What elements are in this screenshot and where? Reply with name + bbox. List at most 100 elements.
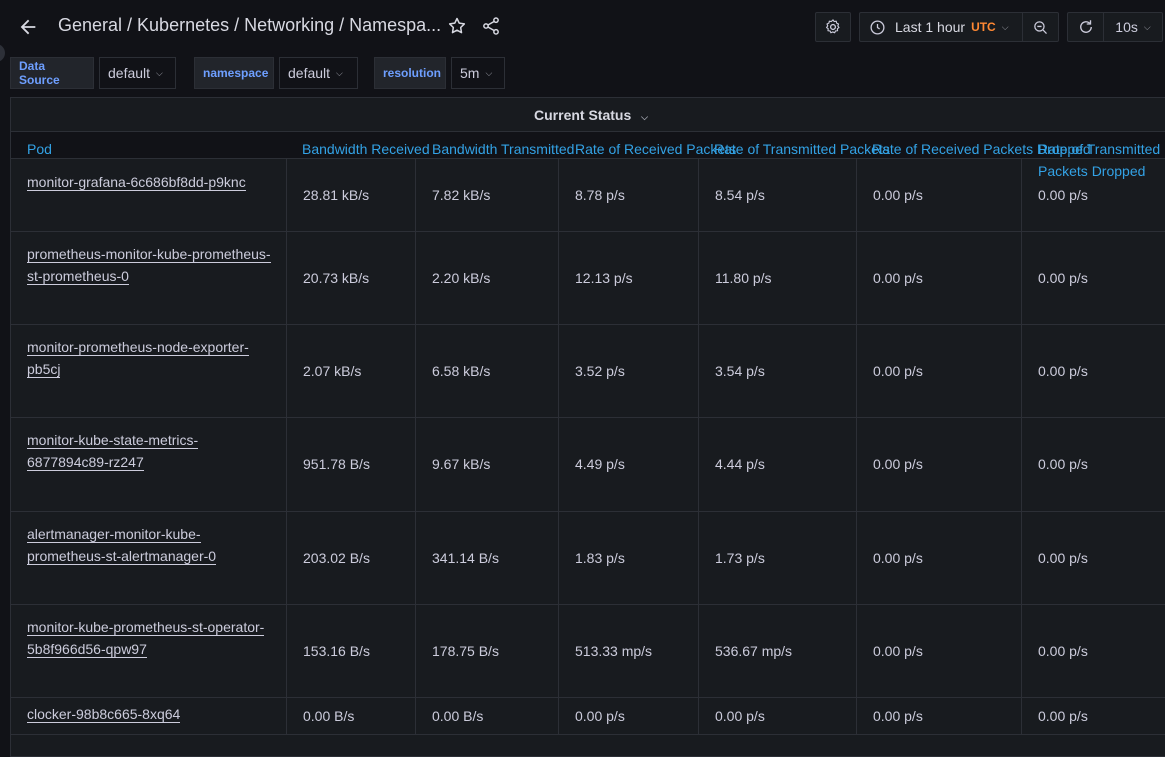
- cell-received-packets: 12.13 p/s: [559, 231, 699, 324]
- cell-transmitted-packets: 1.73 p/s: [699, 511, 857, 604]
- cell-value: 178.75 B/s: [432, 642, 499, 659]
- cell-value: 203.02 B/s: [303, 549, 370, 566]
- column-header-transmitted-packets[interactable]: Rate of Transmitted Packets: [714, 138, 890, 160]
- cell-pod: prometheus-monitor-kube-prometheus-st-pr…: [11, 231, 287, 324]
- table-row: monitor-prometheus-node-exporter-pb5cj 2.…: [11, 324, 1165, 418]
- cell-value: 6.58 kB/s: [432, 362, 491, 379]
- table-row: monitor-kube-prometheus-st-operator-5b8f…: [11, 604, 1165, 698]
- pod-name: monitor-grafana-6c686bf8dd-p9knc: [27, 174, 246, 191]
- cell-value: 0.00 B/s: [432, 707, 484, 724]
- cell-value: 0.00 p/s: [1038, 187, 1088, 203]
- cell-received-packets: 8.78 p/s: [559, 159, 699, 231]
- pod-link[interactable]: monitor-prometheus-node-exporter-pb5cj: [27, 336, 278, 380]
- cell-value: 1.73 p/s: [715, 549, 765, 566]
- cell-value: 536.67 mp/s: [715, 642, 793, 659]
- chevron-down-icon: ⌵: [156, 67, 163, 78]
- pod-link[interactable]: alertmanager-monitor-kube-prometheus-st-…: [27, 523, 278, 567]
- variable-label-resolution: resolution: [374, 57, 446, 89]
- chevron-down-icon: ⌵: [1143, 21, 1151, 32]
- current-status-panel: Current Status ⌵ Pod Bandwidth Received …: [10, 97, 1165, 757]
- pod-link[interactable]: clocker-98b8c665-8xq64: [27, 703, 278, 725]
- variable-select-resolution[interactable]: 5m ⌵: [451, 57, 505, 89]
- share-icon[interactable]: [481, 16, 501, 36]
- column-header-pod[interactable]: Pod: [27, 138, 52, 160]
- chevron-down-icon: ⌵: [1001, 21, 1009, 32]
- variable-select-namespace[interactable]: default ⌵: [279, 57, 358, 89]
- variable-label-datasource: Data Source: [10, 57, 94, 89]
- cell-value: 0.00 p/s: [873, 187, 923, 203]
- cell-bandwidth-transmitted: 2.20 kB/s: [416, 231, 559, 324]
- pod-name: prometheus-monitor-kube-prometheus-st-pr…: [27, 246, 271, 285]
- variable-value: 5m: [460, 65, 480, 81]
- top-navbar: General / Kubernetes / Networking / Name…: [0, 0, 1165, 54]
- chevron-down-icon: ⌵: [485, 67, 493, 78]
- time-range-picker[interactable]: Last 1 hour UTC ⌵: [859, 12, 1022, 42]
- cell-value: 2.20 kB/s: [432, 269, 491, 286]
- cell-received-packets: 513.33 mp/s: [559, 604, 699, 697]
- cell-value: 0.00 p/s: [1038, 269, 1088, 286]
- cell-value: 1.83 p/s: [575, 549, 625, 566]
- cell-received-packets: 0.00 p/s: [559, 697, 699, 734]
- panel-title-text: Current Status: [534, 107, 632, 123]
- cell-value: 153.16 B/s: [303, 642, 370, 659]
- cell-pod: monitor-kube-prometheus-st-operator-5b8f…: [11, 604, 287, 697]
- gear-icon: [825, 19, 840, 34]
- variable-value: default: [108, 65, 151, 81]
- panel-title[interactable]: Current Status ⌵: [11, 107, 1165, 123]
- cell-received-dropped: 0.00 p/s: [857, 604, 1022, 697]
- cell-value: 12.13 p/s: [575, 269, 633, 286]
- cell-bandwidth-received: 20.73 kB/s: [287, 231, 416, 324]
- column-header-received-packets[interactable]: Rate of Received Packets: [575, 138, 736, 160]
- variable-value: default: [288, 65, 331, 81]
- variable-select-datasource[interactable]: default ⌵: [99, 57, 176, 89]
- cell-bandwidth-received: 28.81 kB/s: [287, 159, 416, 231]
- cell-bandwidth-transmitted: 7.82 kB/s: [416, 159, 559, 231]
- pod-link[interactable]: prometheus-monitor-kube-prometheus-st-pr…: [27, 243, 278, 287]
- cell-value: 28.81 kB/s: [303, 187, 370, 203]
- cell-value: 0.00 p/s: [873, 269, 923, 286]
- pod-name: clocker-98b8c665-8xq64: [27, 706, 181, 723]
- table-row: alertmanager-monitor-kube-prometheus-st-…: [11, 511, 1165, 605]
- column-header-bandwidth-transmitted[interactable]: Bandwidth Transmitted: [432, 138, 574, 160]
- cell-transmitted-dropped: 0.00 p/s: [1022, 231, 1165, 324]
- cell-received-dropped: 0.00 p/s: [857, 159, 1022, 231]
- cell-value: 0.00 p/s: [1038, 549, 1088, 566]
- cell-value: 3.52 p/s: [575, 362, 625, 379]
- pod-name: alertmanager-monitor-kube-prometheus-st-…: [27, 526, 217, 565]
- cell-bandwidth-transmitted: 178.75 B/s: [416, 604, 559, 697]
- cell-received-dropped: 0.00 p/s: [857, 697, 1022, 734]
- cell-value: 0.00 p/s: [1038, 456, 1088, 472]
- back-button[interactable]: [14, 13, 42, 41]
- arrow-left-icon: [20, 19, 36, 35]
- cell-pod: monitor-kube-state-metrics-6877894c89-rz…: [11, 417, 287, 511]
- cell-received-dropped: 0.00 p/s: [857, 324, 1022, 417]
- pod-link[interactable]: monitor-kube-prometheus-st-operator-5b8f…: [27, 616, 278, 660]
- cell-value: 9.67 kB/s: [432, 456, 491, 472]
- zoom-out-button[interactable]: [1022, 12, 1059, 42]
- cell-pod: alertmanager-monitor-kube-prometheus-st-…: [11, 511, 287, 604]
- cell-transmitted-packets: 4.44 p/s: [699, 417, 857, 511]
- dashboard-settings-button[interactable]: [815, 12, 851, 42]
- breadcrumb[interactable]: General / Kubernetes / Networking / Name…: [58, 15, 441, 36]
- cell-received-packets: 3.52 p/s: [559, 324, 699, 417]
- cell-value: 2.07 kB/s: [303, 362, 362, 379]
- cell-pod: monitor-prometheus-node-exporter-pb5cj: [11, 324, 287, 417]
- refresh-icon: [1079, 20, 1092, 33]
- column-header-bandwidth-received[interactable]: Bandwidth Received: [302, 138, 430, 160]
- cell-transmitted-packets: 536.67 mp/s: [699, 604, 857, 697]
- pod-link[interactable]: monitor-grafana-6c686bf8dd-p9knc: [27, 171, 278, 193]
- cell-transmitted-dropped: 0.00 p/s: [1022, 324, 1165, 417]
- cell-value: 0.00 p/s: [1038, 362, 1088, 379]
- cell-value: 0.00 p/s: [575, 707, 625, 724]
- refresh-button[interactable]: [1067, 12, 1103, 42]
- cell-transmitted-packets: 0.00 p/s: [699, 697, 857, 734]
- cell-transmitted-dropped: 0.00 p/s: [1022, 697, 1165, 734]
- cell-received-dropped: 0.00 p/s: [857, 417, 1022, 511]
- cell-value: 20.73 kB/s: [303, 269, 370, 286]
- cell-received-dropped: 0.00 p/s: [857, 231, 1022, 324]
- cell-bandwidth-received: 951.78 B/s: [287, 417, 416, 511]
- pod-link[interactable]: monitor-kube-state-metrics-6877894c89-rz…: [27, 429, 278, 473]
- refresh-interval-picker[interactable]: 10s ⌵: [1103, 12, 1163, 42]
- cell-pod: clocker-98b8c665-8xq64: [11, 697, 287, 734]
- star-icon[interactable]: [447, 16, 467, 36]
